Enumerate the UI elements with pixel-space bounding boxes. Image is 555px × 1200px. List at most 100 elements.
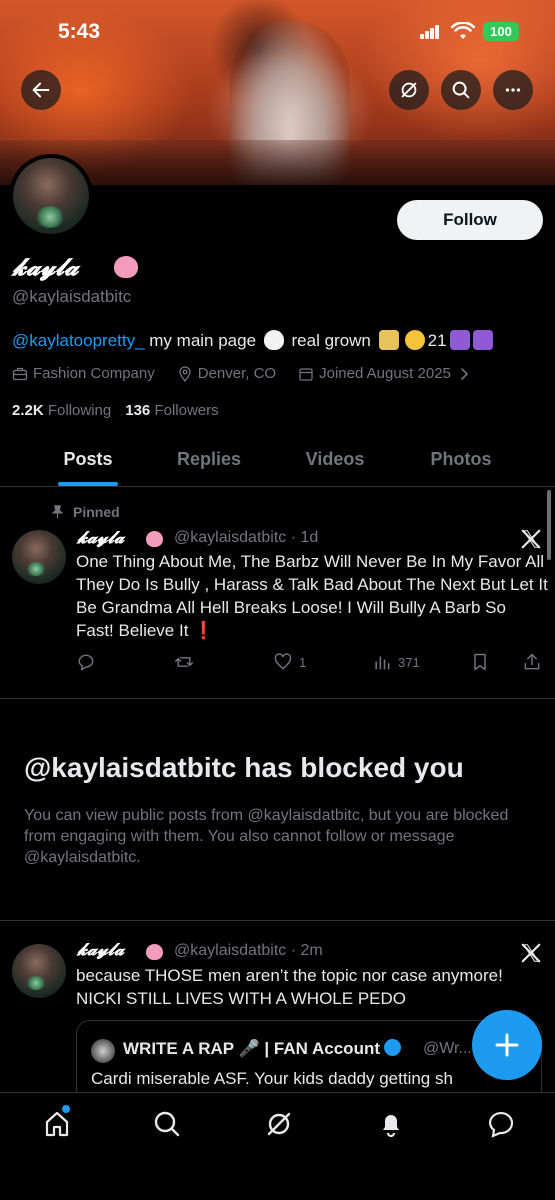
champagne-emoji [378,330,399,350]
nav-messages[interactable] [486,1109,516,1139]
display-name: 𝓴𝓪𝔂𝓵𝓪 [12,252,79,281]
following-stat[interactable]: 2.2K Following [12,402,111,419]
chevron-right-icon [461,367,469,380]
tweet-author-name[interactable]: 𝓴𝓪𝔂𝓵𝓪 [77,940,124,960]
tab-photos[interactable]: Photos [411,437,511,487]
reply-icon [78,654,94,671]
wifi-icon [451,22,475,39]
tweet-text[interactable]: because THOSE men aren’t the topic nor c… [76,964,548,1010]
repost-button[interactable] [174,652,194,672]
divider [0,698,555,699]
back-button[interactable] [21,70,61,110]
grok-button[interactable] [389,70,429,110]
tweet-author-name[interactable]: 𝓴𝓪𝔂𝓵𝓪 [77,528,124,548]
quote-avatar [91,1039,115,1063]
like-count: 1 [299,654,307,670]
tab-videos[interactable]: Videos [285,437,385,487]
blocked-description: You can view public posts from @kaylaisd… [24,807,509,866]
x-logo-icon[interactable] [520,942,542,964]
bio-age: 21 [427,331,447,350]
bookmark-button[interactable] [470,652,490,672]
quote-text: Cardi miserable ASF. Your kids daddy get… [91,1069,453,1088]
quote-handle: @Wr... [423,1040,472,1057]
pinned-label: Pinned [52,504,120,520]
tweet-text[interactable]: One Thing About Me, The Barbz Will Never… [76,550,548,642]
joined-item[interactable]: Joined August 2025 [298,365,472,382]
search-icon [452,81,470,99]
tweet-avatar[interactable] [12,944,66,998]
tweet-avatar[interactable] [12,530,66,584]
location-text: Denver, CO [197,365,277,382]
category-text: Fashion Company [33,365,155,382]
pink-heart-emoji [114,256,138,278]
bio-text-2: real grown [286,331,376,350]
pin-icon [52,505,63,519]
share-icon [524,653,540,670]
follow-button[interactable]: Follow [397,200,543,240]
views-button[interactable]: 371 [372,652,420,672]
tweet-handle-time: @kaylaisdatbitc · 2m [174,942,323,959]
pisces-emoji [449,330,470,350]
nav-notifications[interactable] [376,1109,406,1139]
bookmark-icon [474,653,486,671]
blocked-title: @kaylaisdatbitc has blocked you [24,752,464,783]
tweet-actions: 1 371 [76,652,546,674]
views-icon [375,656,390,670]
tab-posts[interactable]: Posts [38,437,138,487]
location-item: Denver, CO [177,365,276,382]
notifications-icon [383,1115,399,1138]
reply-button[interactable] [76,652,96,672]
pisces-emoji [472,330,493,350]
unread-dot [62,1105,70,1113]
location-pin-icon [179,365,191,382]
heart-eyes-emoji [404,330,425,350]
briefcase-icon [12,367,28,380]
nav-home[interactable] [42,1109,72,1139]
active-tab-indicator [58,482,118,486]
search-icon [154,1111,180,1137]
like-button[interactable]: 1 [273,652,306,672]
follow-stats: 2.2K Following 136 Followers [12,402,219,419]
profile-bio: @kaylatoopretty_ my main page real grown… [12,330,496,351]
profile-avatar[interactable] [9,154,93,238]
profile-handle: @kaylaisdatbitc [12,287,132,306]
status-time: 5:43 [58,20,101,43]
calendar-icon [299,367,313,381]
nav-search[interactable] [152,1109,182,1139]
white-heart-emoji [263,330,284,350]
heart-icon [274,653,292,670]
repost-icon [174,657,194,667]
profile-meta: Fashion Company Denver, CO Joined August… [12,365,472,382]
battery-indicator: 100 [483,22,519,41]
compose-button[interactable] [472,1010,542,1080]
home-icon [45,1111,69,1137]
joined-text: Joined August 2025 [319,365,451,382]
plus-icon [495,1033,519,1057]
more-button[interactable] [493,70,533,110]
more-icon [505,88,521,92]
grok-icon [267,1112,291,1136]
bottom-nav [0,1092,555,1200]
grok-icon [401,82,417,98]
bio-mention-link[interactable]: @kaylatoopretty_ [12,331,145,350]
pink-heart-emoji [146,531,163,547]
share-button[interactable] [522,652,542,672]
nav-grok[interactable] [264,1109,294,1139]
messages-icon [488,1112,514,1138]
divider [0,920,555,921]
verified-badge-icon [384,1039,402,1056]
bio-text: my main page [144,331,261,350]
quote-author-name: WRITE A RAP 🎤 | FAN Account [123,1039,402,1059]
tweet-handle-time: @kaylaisdatbitc · 1d [174,529,319,546]
followers-stat[interactable]: 136 Followers [125,402,218,419]
views-count: 371 [398,654,420,670]
search-button[interactable] [441,70,481,110]
profile-tabs: Posts Replies Videos Photos [0,437,555,487]
category-item: Fashion Company [12,365,155,382]
status-bar: 5:43 100 [0,0,555,60]
back-arrow-icon [32,82,50,98]
tab-replies[interactable]: Replies [159,437,259,487]
x-logo-icon[interactable] [520,528,542,550]
signal-icon [420,25,440,39]
pink-heart-emoji [146,944,163,960]
